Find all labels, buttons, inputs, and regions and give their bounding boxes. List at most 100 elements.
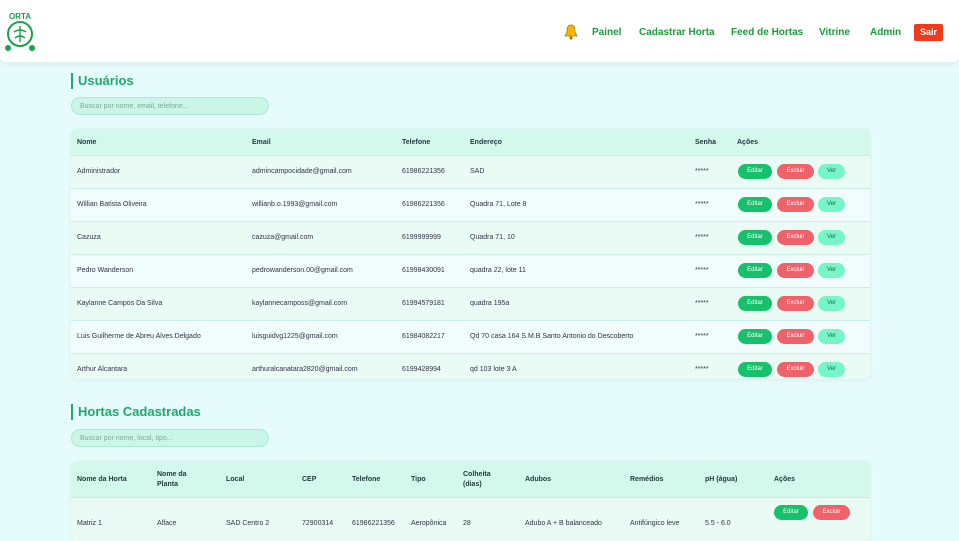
cell-telefone: 6199428994 — [402, 366, 441, 373]
edit-button[interactable]: Editar — [738, 329, 772, 344]
col-acoes: Ações — [774, 476, 796, 483]
logout-button[interactable]: Sair — [914, 24, 944, 41]
table-row: Luis Guilherme de Abreu Alves Delgado lu… — [71, 320, 870, 353]
cell-email: cazuza@gmail.com — [252, 234, 314, 241]
cell-colheita: 28 — [463, 520, 471, 527]
delete-button[interactable]: Excluir — [813, 505, 850, 520]
delete-button[interactable]: Excluir — [777, 197, 814, 212]
cell-nome-horta: Matriz 1 — [77, 520, 102, 527]
cell-nome: Arthur Alcantara — [77, 366, 128, 373]
delete-button[interactable]: Excluir — [777, 263, 814, 278]
col-telefone: Telefone — [402, 139, 431, 146]
cell-nome: Willian Batista Oliveira — [77, 201, 147, 208]
hortas-table-header: Nome da Horta Nome da Planta Local CEP T… — [71, 461, 870, 497]
nav-painel[interactable]: Painel — [592, 27, 621, 38]
cell-planta: Alface — [157, 520, 177, 527]
table-row: Kaylanne Campos Da Silva kaylannecamposs… — [71, 287, 870, 320]
cell-senha: ***** — [695, 300, 709, 307]
cell-telefone: 61998430091 — [402, 267, 445, 274]
cell-endereco: SAD — [470, 168, 485, 175]
cell-senha: ***** — [695, 168, 709, 175]
view-button[interactable]: Ver — [818, 197, 845, 212]
users-title: Usuários — [71, 73, 134, 89]
delete-button[interactable]: Excluir — [777, 230, 814, 245]
cell-email: arthuralcanatara2820@gmail.com — [252, 366, 358, 373]
col-nome-horta: Nome da Horta — [77, 476, 127, 483]
cell-nome: Administrador — [77, 168, 121, 175]
col-email: Email — [252, 139, 271, 146]
cell-cep: 72900314 — [302, 520, 334, 527]
cell-endereco: quadra 195a — [470, 300, 510, 307]
users-table-body: Administrador admincampocidade@gmail.com… — [71, 155, 870, 379]
logo-icon[interactable]: ORTA — [2, 10, 38, 54]
table-row: Cazuza cazuza@gmail.com 6199999999 Quadr… — [71, 221, 870, 254]
cell-telefone: 6199999999 — [402, 234, 441, 241]
cell-email: luisguidvg1225@gmail.com — [252, 333, 338, 340]
cell-nome: Pedro Wanderson — [77, 267, 134, 274]
table-row: Matriz 1 Alface SAD Centro 2 72900314 61… — [71, 497, 870, 541]
view-button[interactable]: Ver — [818, 230, 845, 245]
top-navbar: ORTA Painel Cadastrar Horta Feed de Hort… — [0, 0, 959, 62]
users-search-input[interactable]: Buscar por nome, email, telefone... — [71, 97, 269, 115]
nav-admin[interactable]: Admin — [870, 27, 901, 38]
cell-endereco: Quadra 71, Lote 8 — [470, 201, 527, 208]
cell-email: admincampocidade@gmail.com — [252, 168, 352, 175]
edit-button[interactable]: Editar — [738, 230, 772, 245]
edit-button[interactable]: Editar — [738, 197, 772, 212]
cell-telefone: 61986221356 — [402, 201, 445, 208]
edit-button[interactable]: Editar — [738, 362, 772, 377]
col-endereco: Endereço — [470, 139, 502, 146]
view-button[interactable]: Ver — [818, 296, 845, 311]
col-remedios: Remédios — [630, 476, 664, 483]
nav-vitrine[interactable]: Vitrine — [819, 27, 850, 38]
hortas-search-input[interactable]: Buscar por nome, local, tipo... — [71, 429, 269, 447]
view-button[interactable]: Ver — [818, 164, 845, 179]
nav-cadastrar-horta[interactable]: Cadastrar Horta — [639, 27, 715, 38]
cell-email: kaylannecamposs@gmail.com — [252, 300, 348, 307]
edit-button[interactable]: Editar — [738, 164, 772, 179]
edit-button[interactable]: Editar — [738, 263, 772, 278]
table-row: Willian Batista Oliveira willianb.o.1993… — [71, 188, 870, 221]
edit-button[interactable]: Editar — [774, 505, 808, 520]
col-local: Local — [226, 476, 245, 483]
cell-senha: ***** — [695, 366, 709, 373]
cell-tipo: Aeropônica — [411, 520, 447, 527]
cell-senha: ***** — [695, 267, 709, 274]
cell-ph: 5.5 - 6.0 — [705, 520, 731, 527]
col-nome-planta: Nome da Planta — [157, 471, 187, 488]
nav-feed-de-hortas[interactable]: Feed de Hortas — [731, 27, 803, 38]
cell-local: SAD Centro 2 — [226, 520, 270, 527]
edit-button[interactable]: Editar — [738, 296, 772, 311]
table-row: Arthur Alcantara arthuralcanatara2820@gm… — [71, 353, 870, 379]
cell-telefone: 61984082217 — [402, 333, 445, 340]
users-table-header: Nome Email Telefone Endereço Senha Ações — [71, 129, 870, 155]
cell-endereco: Qd 70 casa 164 S.M.B Santo Antonio do De… — [470, 333, 634, 340]
col-colheita: Colheita (dias) — [463, 471, 491, 488]
cell-adubos: Adubo A + B balanceado — [525, 520, 602, 527]
cell-telefone: 61986221356 — [352, 520, 395, 527]
cell-email: pedrowanderson.00@gmail.com — [252, 267, 353, 274]
col-senha: Senha — [695, 139, 717, 146]
view-button[interactable]: Ver — [818, 263, 845, 278]
cell-nome: Cazuza — [77, 234, 101, 241]
view-button[interactable]: Ver — [818, 329, 845, 344]
hortas-title: Hortas Cadastradas — [71, 404, 201, 420]
col-telefone: Telefone — [352, 476, 381, 483]
cell-senha: ***** — [695, 333, 709, 340]
delete-button[interactable]: Excluir — [777, 362, 814, 377]
col-ph: pH (água) — [705, 476, 738, 483]
cell-senha: ***** — [695, 234, 709, 241]
cell-nome: Luis Guilherme de Abreu Alves Delgado — [77, 333, 201, 340]
cell-telefone: 61994579181 — [402, 300, 445, 307]
col-nome: Nome — [77, 139, 97, 146]
delete-button[interactable]: Excluir — [777, 296, 814, 311]
bell-icon[interactable] — [564, 24, 578, 40]
cell-telefone: 61986221356 — [402, 168, 445, 175]
view-button[interactable]: Ver — [818, 362, 845, 377]
cell-senha: ***** — [695, 201, 709, 208]
table-row: Pedro Wanderson pedrowanderson.00@gmail.… — [71, 254, 870, 287]
delete-button[interactable]: Excluir — [777, 329, 814, 344]
delete-button[interactable]: Excluir — [777, 164, 814, 179]
cell-endereco: Quadra 71, 10 — [470, 234, 515, 241]
cell-endereco: qd 103 lote 3 A — [470, 366, 517, 373]
